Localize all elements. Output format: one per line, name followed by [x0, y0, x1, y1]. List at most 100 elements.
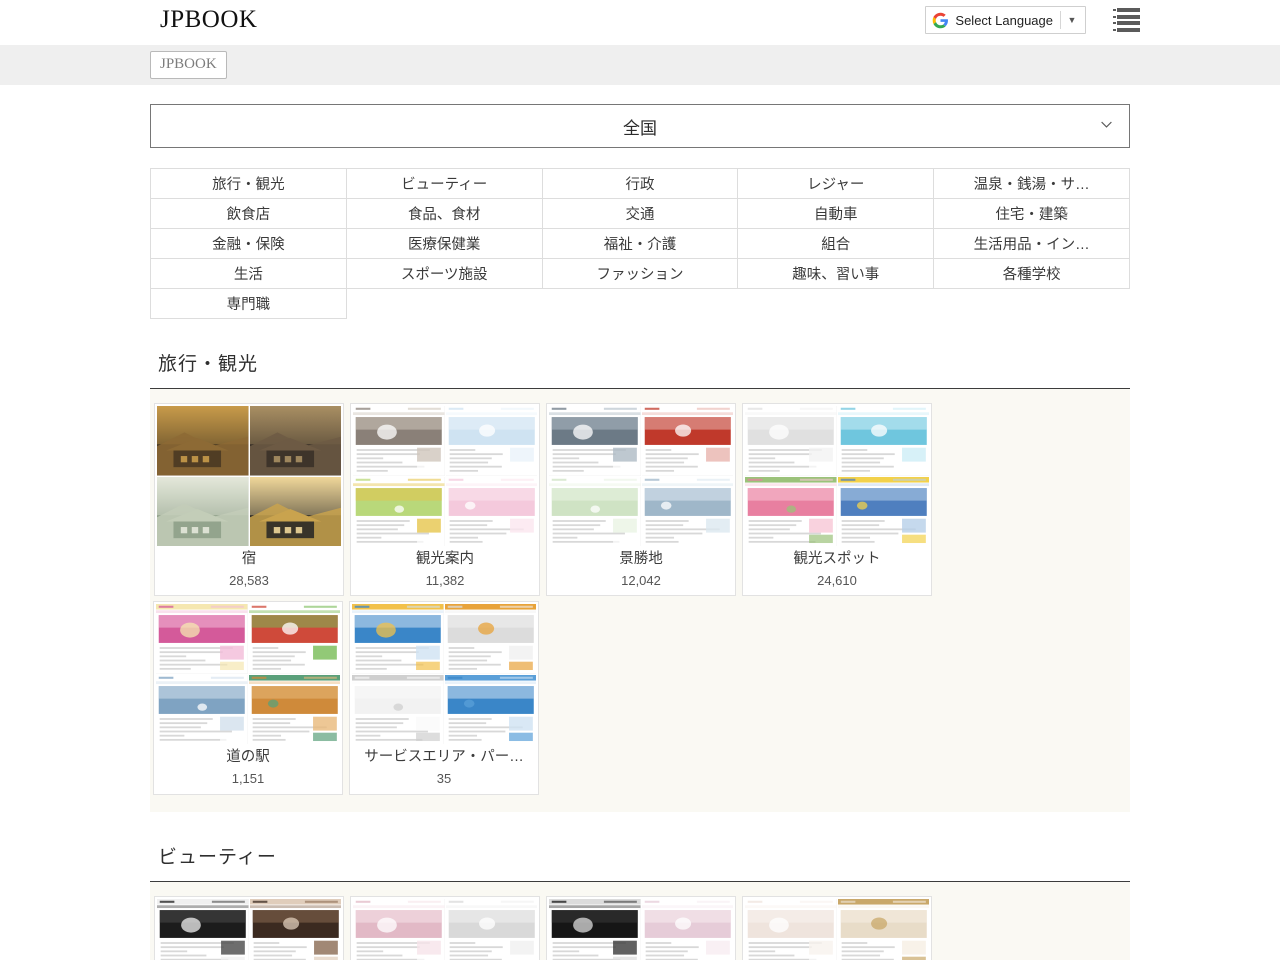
card-thumbnail — [350, 602, 538, 746]
thumb-tile — [156, 675, 248, 745]
card-label: サービスエリア・パー… — [350, 746, 538, 769]
category-cell[interactable]: ビューティー — [346, 169, 542, 199]
card-thumbnail — [547, 404, 735, 548]
category-row: 飲食店食品、食材交通自動車住宅・建築 — [151, 199, 1130, 229]
thumb-tile — [549, 477, 641, 547]
category-row: 金融・保険医療保健業福祉・介護組合生活用品・イン… — [151, 229, 1130, 259]
category-card[interactable] — [350, 896, 540, 960]
category-cell[interactable]: 自動車 — [738, 199, 934, 229]
category-cell[interactable]: 旅行・観光 — [151, 169, 347, 199]
category-card[interactable]: 道の駅1,151 — [153, 601, 343, 794]
category-table: 旅行・観光ビューティー行政レジャー温泉・銭湯・サ…飲食店食品、食材交通自動車住宅… — [150, 168, 1130, 319]
card-thumbnail — [351, 404, 539, 548]
category-cell[interactable]: 交通 — [542, 199, 738, 229]
sections-root: 旅行・観光宿28,583観光案内11,382景勝地12,042観光スポット24,… — [150, 349, 1130, 960]
card-label: 宿 — [155, 548, 343, 571]
card-count: 35 — [350, 769, 538, 794]
region-select-value: 全国 — [623, 114, 657, 139]
card-count: 12,042 — [547, 571, 735, 596]
category-cell[interactable]: レジャー — [738, 169, 934, 199]
category-card[interactable] — [154, 896, 344, 960]
card-label: 道の駅 — [154, 746, 342, 769]
thumb-tile — [838, 406, 930, 476]
hamburger-menu-icon[interactable] — [1112, 7, 1140, 33]
category-cell[interactable]: 組合 — [738, 229, 934, 259]
category-cell[interactable]: ファッション — [542, 259, 738, 289]
category-cell[interactable]: 食品、食材 — [346, 199, 542, 229]
card-thumbnail — [351, 897, 539, 960]
thumb-tile — [352, 675, 444, 745]
thumb-tile — [642, 477, 734, 547]
breadcrumb-bar: JPBOOK — [0, 44, 1280, 85]
category-cell[interactable]: 医療保健業 — [346, 229, 542, 259]
thumb-tile — [446, 406, 538, 476]
category-card[interactable] — [742, 896, 932, 960]
thumb-tile — [642, 406, 734, 476]
category-cell[interactable]: 趣味、習い事 — [738, 259, 934, 289]
thumb-tile — [157, 406, 249, 476]
thumb-tile — [838, 477, 930, 547]
thumb-tile — [745, 477, 837, 547]
section-header: ビューティー — [150, 842, 1130, 882]
category-cell-empty — [346, 289, 542, 319]
card-label: 景勝地 — [547, 548, 735, 571]
section-header: 旅行・観光 — [150, 349, 1130, 389]
category-cell[interactable]: 行政 — [542, 169, 738, 199]
thumb-tile — [446, 477, 538, 547]
chevron-down-icon — [1100, 118, 1113, 131]
google-translate-widget[interactable]: Select Language ▼ — [925, 6, 1086, 34]
thumb-tile — [549, 899, 641, 960]
section-title: ビューティー — [150, 842, 1130, 869]
category-cell[interactable]: 住宅・建築 — [934, 199, 1130, 229]
category-cell[interactable]: 飲食店 — [151, 199, 347, 229]
thumb-tile — [745, 899, 837, 960]
breadcrumb-item-jpbook[interactable]: JPBOOK — [150, 51, 227, 79]
card-count: 24,610 — [743, 571, 931, 596]
card-count: 1,151 — [154, 769, 342, 794]
category-card[interactable]: 景勝地12,042 — [546, 403, 736, 596]
category-cell[interactable]: 専門職 — [151, 289, 347, 319]
main-content: 全国 旅行・観光ビューティー行政レジャー温泉・銭湯・サ…飲食店食品、食材交通自動… — [140, 104, 1140, 960]
category-card[interactable]: 宿28,583 — [154, 403, 344, 596]
category-card[interactable]: 観光案内11,382 — [350, 403, 540, 596]
card-count: 28,583 — [155, 571, 343, 596]
category-cell[interactable]: 各種学校 — [934, 259, 1130, 289]
thumb-tile — [249, 675, 341, 745]
thumb-tile — [353, 899, 445, 960]
category-cell[interactable]: 温泉・銭湯・サ… — [934, 169, 1130, 199]
category-card[interactable]: 観光スポット24,610 — [742, 403, 932, 596]
card-label: 観光案内 — [351, 548, 539, 571]
thumb-tile — [250, 899, 342, 960]
thumb-tile — [838, 899, 930, 960]
region-select[interactable]: 全国 — [150, 104, 1130, 148]
section-card-grid — [150, 882, 1130, 960]
category-cell[interactable]: 生活用品・イン… — [934, 229, 1130, 259]
category-row: 生活スポーツ施設ファッション趣味、習い事各種学校 — [151, 259, 1130, 289]
category-cell[interactable]: 生活 — [151, 259, 347, 289]
section-card-grid: 宿28,583観光案内11,382景勝地12,042観光スポット24,610道の… — [150, 389, 1130, 812]
header-right-controls: Select Language ▼ — [925, 6, 1140, 34]
card-thumbnail — [547, 897, 735, 960]
thumb-tile — [249, 604, 341, 674]
thumb-tile — [353, 477, 445, 547]
thumb-tile — [250, 477, 342, 547]
translate-dropdown-arrow-icon[interactable]: ▼ — [1061, 16, 1083, 25]
thumb-tile — [446, 899, 538, 960]
thumb-tile — [445, 675, 537, 745]
category-cell[interactable]: 福祉・介護 — [542, 229, 738, 259]
card-label: 観光スポット — [743, 548, 931, 571]
translate-label: Select Language — [955, 13, 1060, 28]
thumb-tile — [642, 899, 734, 960]
section-title: 旅行・観光 — [150, 349, 1130, 376]
card-thumbnail — [154, 602, 342, 746]
thumb-tile — [549, 406, 641, 476]
category-cell[interactable]: 金融・保険 — [151, 229, 347, 259]
category-card[interactable] — [546, 896, 736, 960]
card-thumbnail — [155, 897, 343, 960]
category-cell[interactable]: スポーツ施設 — [346, 259, 542, 289]
category-card[interactable]: サービスエリア・パー…35 — [349, 601, 539, 794]
thumb-tile — [156, 604, 248, 674]
card-count: 11,382 — [351, 571, 539, 596]
site-brand[interactable]: JPBOOK — [160, 7, 257, 32]
thumb-tile — [352, 604, 444, 674]
